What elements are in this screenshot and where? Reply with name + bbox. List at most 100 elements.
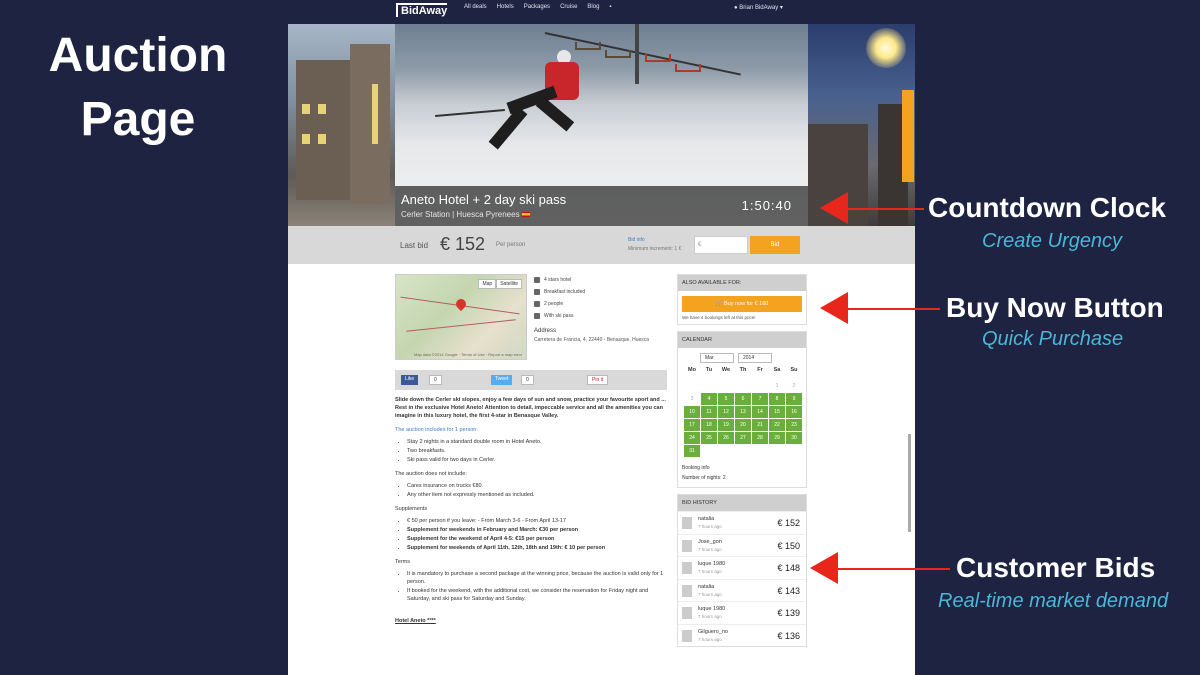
calendar-day[interactable]: 9 bbox=[786, 393, 802, 405]
calendar-day[interactable]: 12 bbox=[718, 406, 734, 418]
pinterest-button[interactable]: Pin it bbox=[587, 375, 609, 385]
calendar-day[interactable]: 21 bbox=[752, 419, 768, 431]
bid-amount: € 136 bbox=[777, 630, 800, 641]
slide-title-line2: Page bbox=[80, 93, 196, 146]
list-item: € 50 per person if you leave: - From Mar… bbox=[407, 517, 667, 525]
calendar-day[interactable]: 5 bbox=[718, 393, 734, 405]
bid-amount: € 150 bbox=[777, 540, 800, 551]
calendar-day[interactable]: 15 bbox=[769, 406, 785, 418]
calendar-day[interactable]: 11 bbox=[701, 406, 717, 418]
bidder-name[interactable]: luque 1980 bbox=[698, 606, 725, 612]
bid-history-list: natalia 7 hours ago € 152 Jose_gon 7 hours a… bbox=[678, 511, 806, 646]
map-tab-map[interactable]: Map bbox=[478, 279, 497, 289]
calendar-day[interactable]: 16 bbox=[786, 406, 802, 418]
calendar-day[interactable]: 24 bbox=[684, 432, 700, 444]
breakfast-icon bbox=[534, 289, 540, 295]
bid-row: Jose_gon 7 hours ago € 150 bbox=[678, 533, 806, 557]
calendar-day[interactable]: 23 bbox=[786, 419, 802, 431]
bidder-name[interactable]: natalia bbox=[698, 516, 714, 522]
buy-now-arrow-icon bbox=[820, 292, 848, 324]
calendar-day[interactable]: 26 bbox=[718, 432, 734, 444]
calendar-empty-cell bbox=[735, 380, 751, 392]
calendar-day[interactable]: 1 bbox=[769, 380, 785, 392]
facebook-like-button[interactable]: Like bbox=[401, 375, 419, 385]
bid-time: 7 hours ago bbox=[698, 591, 722, 597]
bid-time: 7 hours ago bbox=[698, 524, 722, 529]
calendar-day[interactable]: 22 bbox=[769, 419, 785, 431]
deal-features: 4 stars hotel Breakfast included 2 peopl… bbox=[534, 274, 674, 343]
deal-content: Map Satellite Map data ©2014 Google · Te… bbox=[288, 264, 915, 675]
nav-item-hotels[interactable]: Hotels bbox=[497, 4, 514, 10]
calendar-day[interactable]: 18 bbox=[701, 419, 717, 431]
page-scrollbar[interactable] bbox=[908, 434, 911, 532]
bid-amount: € 139 bbox=[777, 608, 800, 618]
calendar-day[interactable]: 19 bbox=[718, 419, 734, 431]
calendar-day[interactable]: 14 bbox=[752, 406, 768, 418]
feedback-tab[interactable] bbox=[902, 90, 914, 182]
calendar-day[interactable]: 2 bbox=[786, 380, 802, 392]
feature-item: 4 stars hotel bbox=[534, 274, 674, 286]
bid-time: 7 hours ago bbox=[698, 569, 722, 574]
calendar-dow: We bbox=[721, 367, 731, 373]
bid-row: luque 1980 7 hours ago € 139 bbox=[678, 601, 806, 624]
bidaway-logo[interactable]: BidAway bbox=[396, 3, 448, 17]
map-tab-satellite[interactable]: Satellite bbox=[496, 279, 522, 289]
nav-item-cruise[interactable]: Cruise bbox=[560, 4, 577, 10]
includes-list: Stay 2 nights in a standard double room … bbox=[407, 438, 667, 464]
hotel-heading: Hotel Aneto **** bbox=[395, 618, 436, 624]
slide-title: Auction Page bbox=[18, 24, 258, 152]
bidder-name[interactable]: natalia bbox=[698, 584, 714, 590]
deal-description: Slide down the Cerler ski slopes, enjoy … bbox=[395, 396, 667, 625]
calendar-day[interactable]: 27 bbox=[735, 432, 751, 444]
calendar-day[interactable]: 30 bbox=[786, 432, 802, 444]
map-attribution: Map data ©2014 Google · Terms of Use · R… bbox=[414, 352, 523, 357]
annotation-line bbox=[838, 568, 950, 570]
ski-icon bbox=[534, 313, 540, 319]
buy-now-button[interactable]: 🛒 Buy now for € 160 bbox=[682, 296, 802, 312]
calendar-day[interactable]: 7 bbox=[752, 393, 768, 405]
calendar-day[interactable]: 28 bbox=[752, 432, 768, 444]
bidder-name[interactable]: luque 1980 bbox=[698, 561, 725, 567]
calendar-grid: Mo Tu We Th Fr Sa Su 1 2 3 4 5 6 7 8 9 10 11 12 13 14 15 16 17 1… bbox=[684, 367, 806, 457]
booking-info-label: Booking info bbox=[682, 465, 710, 471]
bid-time: 7 hours ago bbox=[698, 546, 722, 552]
calendar-day[interactable]: 4 bbox=[701, 393, 717, 405]
terms-list: It is mandatory to purchase a second pac… bbox=[407, 570, 667, 603]
calendar-day[interactable]: 8 bbox=[769, 393, 785, 405]
calendar-dow: Mo bbox=[688, 367, 696, 373]
calendar-day[interactable]: 10 bbox=[684, 406, 700, 418]
calendar-dow: Su bbox=[790, 367, 798, 373]
bid-amount-input[interactable]: € bbox=[694, 236, 748, 254]
calendar-day[interactable]: 29 bbox=[769, 432, 785, 444]
bid-button[interactable]: Bid bbox=[750, 236, 800, 254]
hero-caption: Aneto Hotel + 2 day ski pass Cerler Stat… bbox=[395, 186, 808, 226]
calendar-day[interactable]: 25 bbox=[701, 432, 717, 444]
calendar-day[interactable]: 13 bbox=[735, 406, 751, 418]
calendar-day[interactable]: 3 bbox=[684, 393, 700, 405]
supplements-list: € 50 per person if you leave: - From Mar… bbox=[407, 517, 667, 552]
bidder-name[interactable]: Gilguero_no bbox=[698, 629, 728, 635]
location-map[interactable]: Map Satellite Map data ©2014 Google · Te… bbox=[395, 274, 527, 360]
calendar-day[interactable]: 20 bbox=[735, 419, 751, 431]
nav-item-all-deals[interactable]: All deals bbox=[464, 4, 487, 10]
bid-time: 7 hours ago bbox=[698, 636, 722, 642]
hero-thumb-left[interactable] bbox=[288, 24, 395, 226]
bid-info-link[interactable]: Bid info bbox=[628, 237, 645, 243]
calendar-day[interactable]: 6 bbox=[735, 393, 751, 405]
month-select[interactable]: Mar bbox=[700, 353, 734, 363]
address-label: Address bbox=[534, 328, 557, 334]
top-navigation: BidAway All deals Hotels Packages Cruise… bbox=[288, 0, 915, 24]
calendar-day[interactable]: 17 bbox=[684, 419, 700, 431]
year-select[interactable]: 2014 bbox=[738, 353, 772, 363]
bidder-name[interactable]: Jose_gon bbox=[698, 539, 722, 545]
user-menu[interactable]: ● Brian BidAway ▾ bbox=[734, 4, 783, 11]
map-pin-icon[interactable] bbox=[453, 296, 469, 312]
calendar-day[interactable]: 31 bbox=[684, 445, 700, 457]
tweet-button[interactable]: Tweet bbox=[491, 375, 513, 385]
nav-item-packages[interactable]: Packages bbox=[524, 4, 550, 10]
terms-heading: Terms bbox=[395, 559, 410, 565]
annotation-line bbox=[848, 308, 940, 310]
nav-item-blog[interactable]: Blog bbox=[587, 4, 599, 10]
per-person-label: Per person bbox=[496, 242, 526, 248]
flag-icon[interactable]: ▪ bbox=[609, 4, 611, 10]
